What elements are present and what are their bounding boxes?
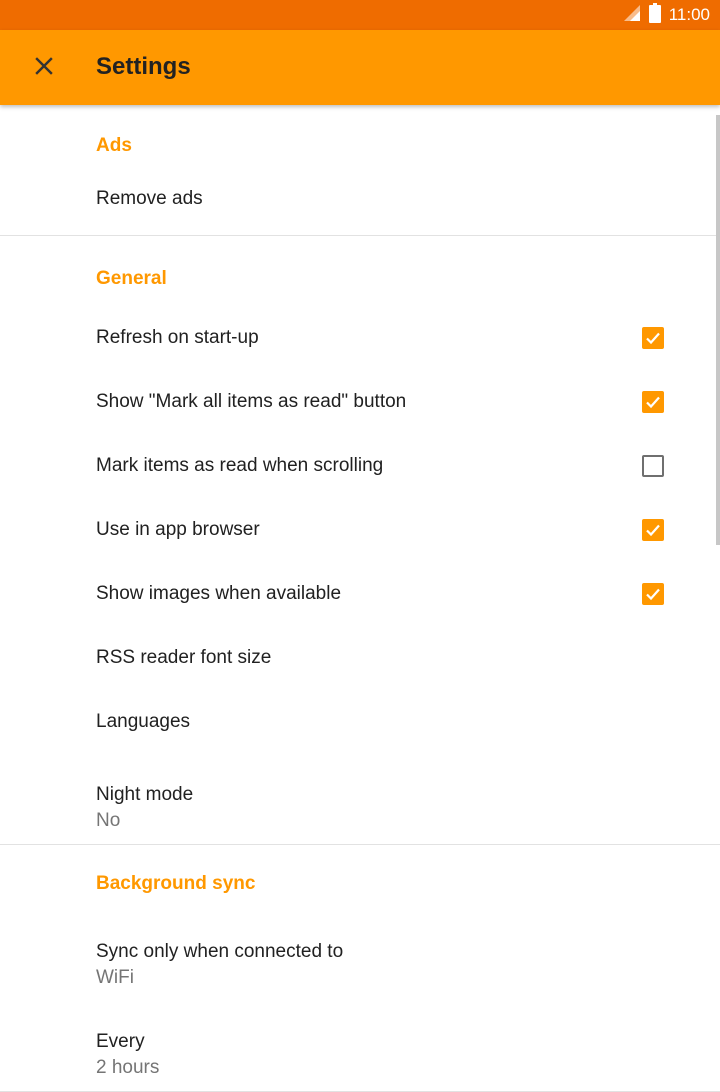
pref-show-mark-all-read-button[interactable]: Show "Mark all items as read" button bbox=[0, 370, 720, 434]
page-title: Settings bbox=[96, 53, 191, 80]
section-header-ads: Ads bbox=[0, 105, 720, 162]
status-icons: 11:00 bbox=[623, 0, 710, 30]
section-ads: Ads Remove ads bbox=[0, 105, 720, 236]
pref-label: Show images when available bbox=[96, 583, 342, 604]
status-time: 11:00 bbox=[668, 5, 710, 24]
pref-label: Mark items as read when scrolling bbox=[96, 455, 384, 476]
section-title: Background sync bbox=[96, 873, 256, 894]
settings-list: Ads Remove ads General Refresh on start-… bbox=[0, 105, 720, 1092]
section-general: General Refresh on start-up Show "Mark a… bbox=[0, 236, 720, 845]
pref-label: Show "Mark all items as read" button bbox=[96, 391, 407, 412]
pref-refresh-on-startup[interactable]: Refresh on start-up bbox=[0, 306, 720, 370]
battery-icon bbox=[648, 2, 661, 28]
close-button[interactable] bbox=[24, 48, 64, 88]
section-header-background-sync: Background sync bbox=[0, 845, 720, 911]
pref-use-in-app-browser[interactable]: Use in app browser bbox=[0, 498, 720, 562]
checkbox[interactable] bbox=[642, 455, 664, 477]
pref-sync-interval[interactable]: Every 2 hours bbox=[0, 1001, 720, 1091]
signal-icon bbox=[623, 4, 641, 27]
pref-label: Sync only when connected to bbox=[96, 941, 344, 962]
pref-sync-connection[interactable]: Sync only when connected to WiFi bbox=[0, 911, 720, 1001]
pref-summary: No bbox=[96, 810, 121, 831]
section-title: Ads bbox=[96, 135, 132, 156]
section-header-general: General bbox=[0, 236, 720, 306]
section-title: General bbox=[96, 268, 167, 289]
checkbox[interactable] bbox=[642, 391, 664, 413]
pref-night-mode[interactable]: Night mode No bbox=[0, 754, 720, 844]
pref-languages[interactable]: Languages bbox=[0, 690, 720, 754]
pref-summary: 2 hours bbox=[96, 1057, 160, 1078]
scrollbar[interactable] bbox=[716, 115, 720, 545]
close-icon bbox=[34, 56, 54, 81]
pref-rss-font-size[interactable]: RSS reader font size bbox=[0, 626, 720, 690]
checkbox[interactable] bbox=[642, 327, 664, 349]
pref-mark-read-when-scrolling[interactable]: Mark items as read when scrolling bbox=[0, 434, 720, 498]
pref-label: RSS reader font size bbox=[96, 647, 272, 668]
pref-label: Use in app browser bbox=[96, 519, 260, 540]
checkbox[interactable] bbox=[642, 519, 664, 541]
pref-remove-ads[interactable]: Remove ads bbox=[0, 162, 720, 235]
pref-label: Refresh on start-up bbox=[96, 327, 259, 348]
status-bar: 11:00 bbox=[0, 0, 720, 30]
app-bar: Settings bbox=[0, 30, 720, 105]
pref-label: Languages bbox=[96, 711, 191, 732]
section-background-sync: Background sync Sync only when connected… bbox=[0, 845, 720, 1092]
pref-show-images[interactable]: Show images when available bbox=[0, 562, 720, 626]
checkbox[interactable] bbox=[642, 583, 664, 605]
pref-label: Every bbox=[96, 1031, 145, 1052]
pref-label: Night mode bbox=[96, 784, 194, 805]
pref-label: Remove ads bbox=[96, 187, 203, 209]
pref-summary: WiFi bbox=[96, 967, 134, 988]
